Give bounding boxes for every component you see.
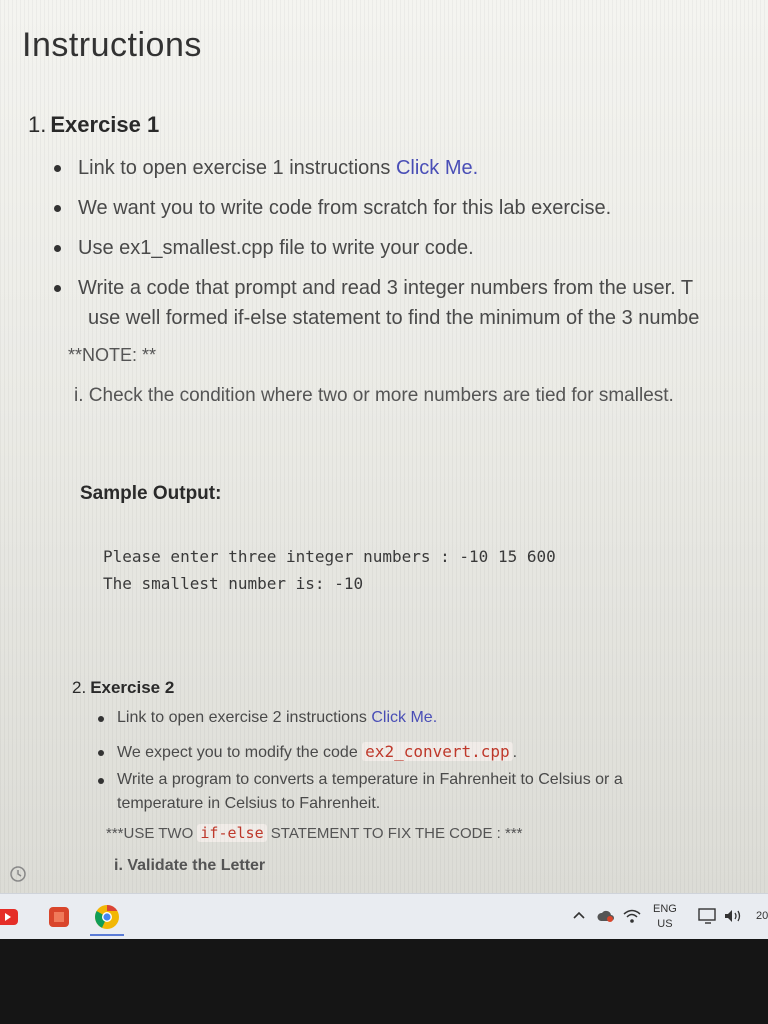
exercise-2-instructions-link[interactable]: Click Me. xyxy=(371,709,437,726)
taskbar: ENG US 20 xyxy=(0,893,768,940)
code-line: The smallest number is: -10 xyxy=(103,574,364,593)
chrome-app[interactable] xyxy=(90,900,124,936)
exercise-2-bullets: Link to open exercise 2 instructions Cli… xyxy=(98,706,623,820)
monitor-bezel xyxy=(0,939,768,1024)
code-line: Please enter three integer numbers : -10… xyxy=(103,547,556,566)
page-title: Instructions xyxy=(22,26,202,64)
sample-output-code: Please enter three integer numbers : -10… xyxy=(103,543,556,597)
language-secondary: US xyxy=(657,918,673,930)
exercise-1-bullets: Link to open exercise 1 instructions Cli… xyxy=(53,153,699,335)
exercise-2-subitem: i. Validate the Letter xyxy=(114,857,266,874)
exercise-1-title: Exercise 1 xyxy=(50,112,160,137)
history-icon[interactable] xyxy=(8,864,28,884)
exercise-1-subitem: i. Check the condition where two or more… xyxy=(74,385,674,406)
exercise-1-heading: 1. Exercise 1 xyxy=(28,112,159,138)
list-item: We want you to write code from scratch f… xyxy=(53,193,699,233)
exercise-2-note: ***USE TWO if-else STATEMENT TO FIX THE … xyxy=(106,824,523,842)
exercise-2-number: 2. xyxy=(72,678,87,697)
exercise-2-title: Exercise 2 xyxy=(90,678,175,697)
exercise-1-instructions-link[interactable]: Click Me. xyxy=(396,157,478,179)
office-icon xyxy=(49,907,69,927)
sample-output-label: Sample Output: xyxy=(80,483,222,504)
list-item: Use ex1_smallest.cpp file to write your … xyxy=(53,233,699,273)
chevron-up-icon[interactable] xyxy=(572,909,586,923)
youtube-icon xyxy=(0,909,18,925)
youtube-app[interactable] xyxy=(0,904,20,930)
wifi-icon[interactable] xyxy=(622,906,642,926)
language-primary: ENG xyxy=(653,903,677,915)
language-indicator[interactable]: ENG US xyxy=(653,902,677,932)
cloud-icon[interactable] xyxy=(596,906,616,926)
list-item: We expect you to modify the code ex2_con… xyxy=(98,740,623,768)
if-else-code: if-else xyxy=(197,824,267,842)
exercise-1-number: 1. xyxy=(28,112,47,137)
list-item: Write a program to converts a temperatur… xyxy=(98,768,623,820)
chrome-icon xyxy=(95,905,119,929)
clock-fragment[interactable]: 20 xyxy=(756,910,768,922)
monitor-icon[interactable] xyxy=(697,906,719,926)
exercise-1-note: **NOTE: ** xyxy=(68,345,157,365)
ex2-filename-code: ex2_convert.cpp xyxy=(362,742,513,761)
list-item: Link to open exercise 2 instructions Cli… xyxy=(98,706,623,740)
browser-content-area: Instructions 1. Exercise 1 Link to open e… xyxy=(0,0,768,893)
list-item: Write a code that prompt and read 3 inte… xyxy=(53,273,699,335)
speaker-icon[interactable] xyxy=(722,906,744,926)
exercise-2-heading: 2. Exercise 2 xyxy=(72,678,174,698)
list-item: Link to open exercise 1 instructions Cli… xyxy=(53,153,699,193)
office-app[interactable] xyxy=(44,902,74,932)
